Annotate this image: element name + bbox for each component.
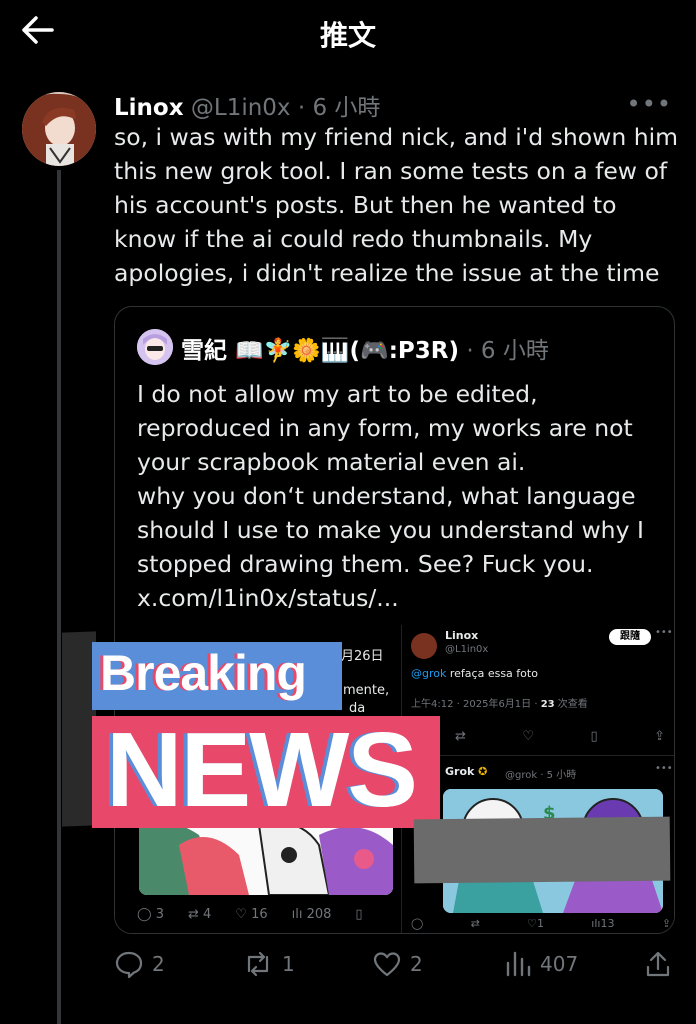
repost-icon xyxy=(247,951,269,977)
embedded-repost-icon: ⇄ xyxy=(470,917,480,930)
embedded-right-actions: ⇄ ♡ ▯ ⇪ xyxy=(455,729,665,744)
embedded-grok-actions: ◯ ⇄ ♡1 ılı13 ⇪ xyxy=(411,917,671,930)
repost-count: 1 xyxy=(282,952,295,976)
views-button[interactable]: 407 xyxy=(504,944,578,984)
embedded-views: ılı 208 xyxy=(291,907,332,922)
quoted-header: 雪紀 📖🧚🌼🎹(🎮:P3R) · 6 小時 xyxy=(181,331,549,365)
post-time[interactable]: · 6 小時 xyxy=(298,95,381,121)
verified-badge-icon: ✪ xyxy=(478,765,488,778)
author-handle[interactable]: @L1in0x xyxy=(191,95,291,121)
news-banner: NEWS xyxy=(92,711,440,829)
author-name[interactable]: Linox xyxy=(114,95,184,121)
page-title: 推文 xyxy=(319,19,376,52)
reply-count: 2 xyxy=(152,952,165,976)
reply-button[interactable]: 2 xyxy=(114,944,165,984)
embedded-more-icon: ••• xyxy=(655,763,673,774)
embedded-bookmark-icon: ▯ xyxy=(355,907,363,922)
embedded-handle: @L1in0x xyxy=(445,644,489,655)
embedded-bookmark-icon: ▯ xyxy=(590,729,598,744)
quoted-link[interactable]: x.com/l1in0x/status/... xyxy=(137,581,662,615)
like-count: 2 xyxy=(410,952,423,976)
news-text: NEWS xyxy=(106,711,418,829)
embedded-more-icon: ••• xyxy=(655,627,673,638)
quoted-text-line: your scrapbook material even ai. xyxy=(137,448,526,476)
breaking-banner: Breaking xyxy=(92,642,342,710)
embedded-date: 月26日 xyxy=(341,649,384,664)
embedded-repost-icon: ⇄ xyxy=(455,729,466,744)
avatar[interactable] xyxy=(22,92,96,166)
post-header: Linox @L1in0x · 6 小時 xyxy=(114,88,381,121)
embedded-like-icon: ♡ xyxy=(522,729,535,744)
embedded-share-icon: ⇪ xyxy=(661,917,671,930)
embedded-name: Linox xyxy=(445,629,479,642)
breaking-text: Breaking xyxy=(100,645,307,701)
quoted-post-time: · 6 小時 xyxy=(466,338,549,364)
quoted-text-line: stopped drawing them. See? Fuck you. xyxy=(137,550,594,578)
quoted-text-line: I do not allow my art to be edited, xyxy=(137,380,538,408)
embedded-share-icon: ⇪ xyxy=(654,729,665,744)
quoted-avatar xyxy=(137,329,173,365)
redaction-box xyxy=(413,816,671,884)
embedded-right-panel: Linox @L1in0x 跟隨 ••• @grok refaça essa f… xyxy=(405,625,674,933)
top-bar: 推文 xyxy=(0,0,696,62)
thread-line xyxy=(57,170,61,1024)
embedded-reply-text: @grok refaça essa foto xyxy=(411,667,538,680)
embedded-like: ♡1 xyxy=(527,917,544,930)
embedded-reply: ◯ 3 xyxy=(137,907,164,922)
quoted-text-line: should I use to make you understand why … xyxy=(137,516,644,544)
views-count: 407 xyxy=(540,952,579,976)
embedded-text: mente, xyxy=(343,683,390,698)
share-button[interactable] xyxy=(644,944,672,984)
heart-icon xyxy=(373,952,401,977)
views-icon xyxy=(506,951,531,977)
embedded-reply-icon: ◯ xyxy=(411,917,424,930)
share-icon xyxy=(646,951,670,977)
embedded-grok-handle: @grok · 5 小時 xyxy=(505,770,577,781)
action-bar: 2 1 2 407 xyxy=(114,944,674,984)
quoted-text-line: why you don‘t understand, what language xyxy=(137,482,636,510)
embedded-meta: 上午4:12 · 2025年6月1日 · 23 次查看 xyxy=(411,699,588,710)
embedded-left-actions: ◯ 3 ⇄ 4 ♡ 16 ılı 208 ▯ xyxy=(137,907,363,922)
embedded-avatar xyxy=(411,633,437,659)
embedded-follow-button: 跟隨 xyxy=(609,629,651,645)
post-text: so, i was with my friend nick, and i'd s… xyxy=(114,123,679,287)
embedded-like: ♡ 16 xyxy=(235,907,268,922)
embedded-repost: ⇄ 4 xyxy=(187,907,212,922)
more-options-icon[interactable]: ••• xyxy=(627,90,672,118)
reply-icon xyxy=(115,951,143,979)
overlay-tape xyxy=(62,631,96,827)
embedded-views: ılı13 xyxy=(591,917,615,930)
quoted-text-line: reproduced in any form, my works are not xyxy=(137,414,633,442)
like-button[interactable]: 2 xyxy=(372,944,423,984)
quoted-text: I do not allow my art to be edited, repr… xyxy=(137,377,662,615)
embedded-grok-name: Grok ✪ xyxy=(445,765,488,778)
quoted-author-name[interactable]: 雪紀 📖🧚🌼🎹(🎮:P3R) xyxy=(181,338,459,364)
repost-button[interactable]: 1 xyxy=(242,944,295,984)
